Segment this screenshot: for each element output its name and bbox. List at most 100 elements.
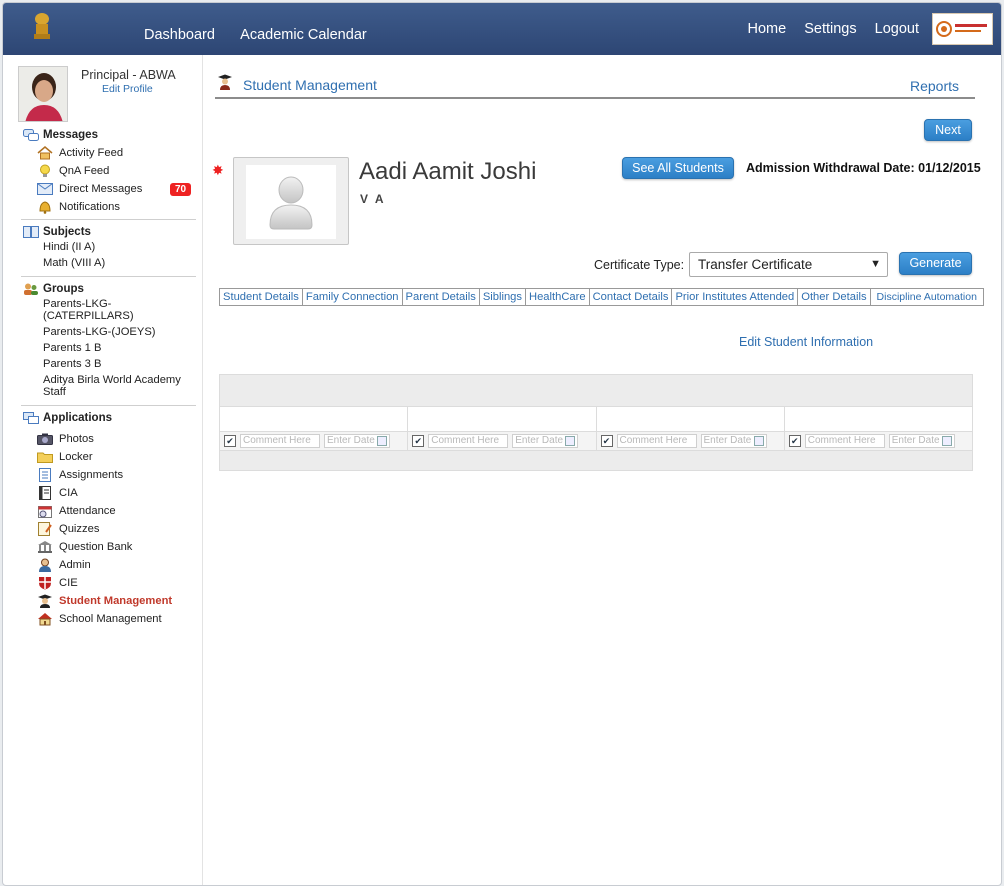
tab-prior-institutes[interactable]: Prior Institutes Attended	[672, 289, 799, 305]
approve-checkbox[interactable]: ✔	[412, 435, 425, 447]
nav-home-link[interactable]: Home	[747, 21, 786, 37]
notebook-icon	[37, 486, 53, 500]
student-class: V A	[360, 192, 386, 206]
dropdown-arrow-icon: ▼	[870, 258, 881, 270]
sidebar-item-locker[interactable]: Locker	[37, 450, 93, 464]
approve-checkbox[interactable]: ✔	[600, 435, 613, 447]
reports-link[interactable]: Reports	[910, 78, 959, 94]
sidebar-item-subject[interactable]: Math (VIII A)	[43, 257, 105, 269]
shield-icon	[37, 576, 53, 590]
subjects-section-header: Subjects	[23, 226, 91, 238]
sidebar-item-activity-feed[interactable]: Activity Feed	[37, 146, 123, 160]
tab-siblings[interactable]: Siblings	[480, 289, 526, 305]
bulb-icon	[37, 164, 53, 178]
user-silhouette-icon	[269, 176, 313, 230]
student-info-tabs: Student Details Family Connection Parent…	[219, 288, 984, 306]
windows-icon	[23, 412, 39, 424]
calendar-icon[interactable]	[377, 436, 387, 446]
primary-nav: Dashboard Academic Calendar	[144, 27, 389, 43]
tab-other-details[interactable]: Other Details	[798, 289, 871, 305]
admin-user-icon	[37, 558, 53, 572]
tab-discipline-automation[interactable]: Discipline Automation	[871, 289, 983, 305]
direct-messages-count-badge: 70	[170, 183, 192, 196]
profile-name: Principal - ABWA	[81, 68, 176, 82]
admission-withdrawal-date: Admission Withdrawal Date: 01/12/2015	[746, 161, 981, 175]
date-input[interactable]: Enter Date	[700, 434, 767, 448]
sidebar-divider	[21, 276, 196, 277]
calendar-icon[interactable]	[565, 436, 576, 446]
secondary-nav: Home Settings Logout	[733, 21, 919, 37]
sidebar-item-student-management[interactable]: Student Management	[37, 594, 172, 608]
comment-input[interactable]: Comment Here	[428, 434, 509, 448]
date-input[interactable]: Enter Date	[888, 434, 955, 448]
envelope-icon	[37, 182, 53, 196]
camera-icon	[37, 432, 53, 446]
sidebar-item-subject[interactable]: Hindi (II A)	[43, 241, 95, 253]
sidebar-item-cia[interactable]: CIA	[37, 486, 78, 500]
generate-button[interactable]: Generate	[899, 252, 972, 275]
student-name: Aadi Aamit Joshi	[359, 158, 537, 185]
edit-profile-link[interactable]: Edit Profile	[102, 83, 153, 95]
sidebar-item-cie[interactable]: CIE	[37, 576, 78, 590]
comment-input[interactable]: Comment Here	[240, 434, 320, 448]
sidebar-item-group[interactable]: Parents 1 B	[43, 342, 101, 354]
sidebar-item-group[interactable]: Aditya Birla World Academy Staff	[43, 374, 188, 398]
nav-dashboard-link[interactable]: Dashboard	[144, 27, 215, 43]
tab-family-connection[interactable]: Family Connection	[303, 289, 403, 305]
sidebar-item-assignments[interactable]: Assignments	[37, 468, 123, 482]
nav-logout-link[interactable]: Logout	[875, 21, 919, 37]
avatar	[18, 66, 68, 122]
calendar-icon[interactable]	[941, 436, 952, 446]
comment-input[interactable]: Comment Here	[804, 434, 885, 448]
national-emblem-icon	[31, 11, 53, 43]
title-divider	[215, 97, 975, 99]
sidebar-item-group[interactable]: Parents 3 B	[43, 358, 101, 370]
sidebar-item-direct-messages[interactable]: Direct Messages	[37, 182, 142, 196]
sidebar-item-photos[interactable]: Photos	[37, 432, 94, 446]
sidebar-item-qna-feed[interactable]: QnA Feed ✸	[37, 163, 224, 178]
sidebar: Principal - ABWA Edit Profile Messages A…	[3, 55, 224, 885]
next-button[interactable]: Next	[924, 119, 972, 141]
app-window: Dashboard Academic Calendar Home Setting…	[2, 2, 1002, 886]
school-logo	[932, 13, 993, 45]
grid-label-row	[220, 407, 972, 431]
student-management-icon	[217, 74, 233, 90]
tab-contact-details[interactable]: Contact Details	[590, 289, 673, 305]
sidebar-item-attendance[interactable]: Attendance	[37, 504, 116, 518]
tab-student-details[interactable]: Student Details	[220, 289, 303, 305]
groups-section-header: Groups	[23, 283, 84, 295]
comment-input[interactable]: Comment Here	[616, 434, 697, 448]
sidebar-item-quizzes[interactable]: Quizzes	[37, 522, 99, 536]
student-photo-frame	[233, 157, 349, 245]
calendar-check-icon	[37, 504, 53, 518]
top-navigation-bar: Dashboard Academic Calendar Home Setting…	[3, 3, 1001, 55]
page-title: Student Management	[243, 77, 377, 93]
book-icon	[23, 226, 39, 238]
edit-student-information-link[interactable]: Edit Student Information	[739, 335, 873, 349]
sidebar-item-question-bank[interactable]: Question Bank	[37, 540, 132, 554]
tab-parent-details[interactable]: Parent Details	[403, 289, 480, 305]
nav-settings-link[interactable]: Settings	[804, 21, 856, 37]
sidebar-item-notifications[interactable]: Notifications	[37, 200, 120, 214]
certificate-type-select[interactable]: Transfer Certificate ▼	[689, 252, 888, 277]
date-input[interactable]: Enter Date	[324, 434, 390, 448]
approve-checkbox[interactable]: ✔	[788, 435, 801, 447]
sidebar-item-group[interactable]: Parents-LKG-(JOEYS)	[43, 326, 156, 338]
nav-academic-calendar-link[interactable]: Academic Calendar	[240, 27, 367, 43]
calendar-icon[interactable]	[753, 436, 764, 446]
date-input[interactable]: Enter Date	[512, 434, 579, 448]
chat-bubbles-icon	[23, 129, 39, 141]
see-all-students-button[interactable]: See All Students	[622, 157, 734, 179]
approve-checkbox[interactable]: ✔	[224, 435, 236, 447]
tab-healthcare[interactable]: HealthCare	[526, 289, 590, 305]
sidebar-item-school-management[interactable]: School Management	[37, 612, 162, 626]
people-icon	[23, 283, 39, 295]
sidebar-item-group[interactable]: Parents-LKG-(CATERPILLARS)	[43, 298, 153, 322]
sidebar-divider	[21, 405, 196, 406]
sidebar-item-admin[interactable]: Admin	[37, 558, 91, 572]
grid-footer	[220, 451, 972, 470]
grid-input-row: ✔ Comment Here Enter Date ✔ Comment Here…	[220, 431, 972, 451]
approval-grid: ✔ Comment Here Enter Date ✔ Comment Here…	[219, 374, 973, 471]
folder-icon	[37, 450, 53, 464]
home-icon	[37, 146, 53, 160]
